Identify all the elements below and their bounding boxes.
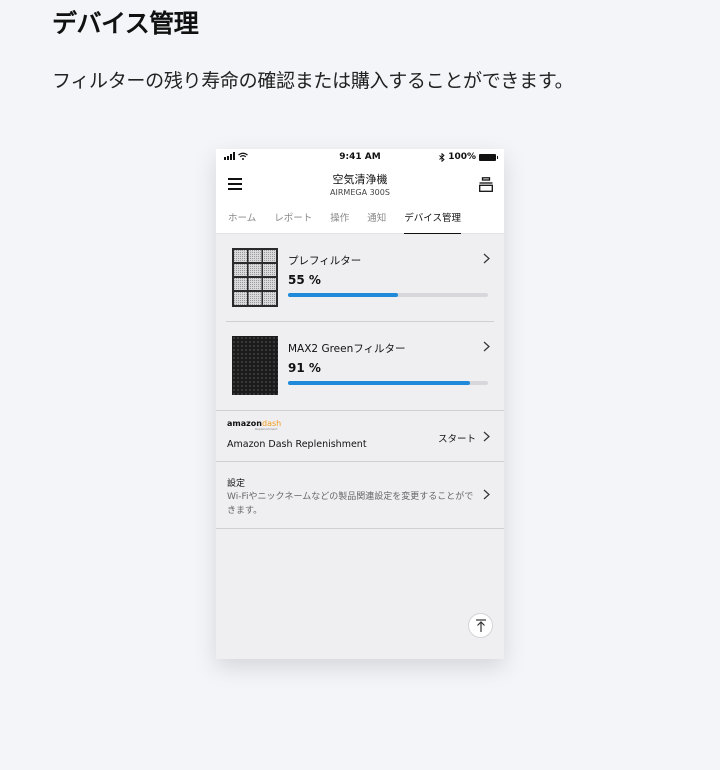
- battery-icon: [479, 153, 498, 161]
- device-icon[interactable]: [479, 177, 493, 192]
- phone-screen: 9:41 AM 100% 空気清浄機 AIRMEGA 300S ホーム レポート…: [216, 149, 504, 659]
- app-header: 空気清浄機 AIRMEGA 300S: [216, 166, 504, 203]
- tab-bar: ホーム レポート 操作 通知 デバイス管理: [216, 203, 504, 235]
- filter-percent: 91 %: [288, 361, 321, 375]
- filter-progress-fill: [288, 381, 470, 385]
- filter-name: プレフィルター: [288, 255, 362, 267]
- chevron-right-icon: [483, 489, 490, 500]
- battery-percent: 100%: [448, 152, 476, 162]
- chevron-right-icon: [483, 253, 490, 264]
- start-button[interactable]: スタート: [438, 431, 476, 445]
- amazon-dash-row[interactable]: amazondash Replenishment Amazon Dash Rep…: [216, 410, 504, 462]
- filter-progress-fill: [288, 293, 398, 297]
- tab-home[interactable]: ホーム: [228, 203, 256, 234]
- filter-progress-bar: [288, 293, 488, 297]
- bluetooth-icon: [439, 152, 445, 162]
- settings-description: Wi-Fiやニックネームなどの製品関連設定を変更することができます。: [227, 492, 474, 516]
- tab-notifications[interactable]: 通知: [367, 203, 386, 234]
- filter-progress-bar: [288, 381, 488, 385]
- pre-filter-image: [232, 248, 278, 307]
- header-subtitle: AIRMEGA 300S: [330, 188, 390, 197]
- amazon-dash-logo: amazondash Replenishment: [227, 419, 282, 431]
- settings-row[interactable]: 設定 Wi-Fiやニックネームなどの製品関連設定を変更することができます。: [216, 462, 504, 529]
- chevron-right-icon: [483, 341, 490, 352]
- filter-row-max2-green[interactable]: MAX2 Greenフィルター 91 %: [216, 322, 504, 410]
- tab-report[interactable]: レポート: [274, 203, 312, 234]
- max2-filter-image: [232, 336, 278, 395]
- header-title: 空気清浄機: [332, 173, 388, 186]
- page-heading: デバイス管理: [52, 9, 199, 38]
- status-bar: 9:41 AM 100%: [216, 149, 504, 166]
- chevron-right-icon: [483, 431, 490, 442]
- arrow-up-to-top-icon: [476, 619, 486, 632]
- tab-device-management[interactable]: デバイス管理: [404, 203, 461, 235]
- tab-control[interactable]: 操作: [330, 203, 349, 234]
- amazon-dash-label: Amazon Dash Replenishment: [227, 439, 367, 450]
- settings-title: 設定: [227, 479, 246, 489]
- filter-percent: 55 %: [288, 273, 321, 287]
- filter-row-pre-filter[interactable]: プレフィルター 55 %: [216, 234, 504, 322]
- filter-name: MAX2 Greenフィルター: [288, 343, 406, 355]
- scroll-to-top-button[interactable]: [468, 613, 493, 638]
- page-subheading: フィルターの残り寿命の確認または購入することができます。: [52, 70, 574, 92]
